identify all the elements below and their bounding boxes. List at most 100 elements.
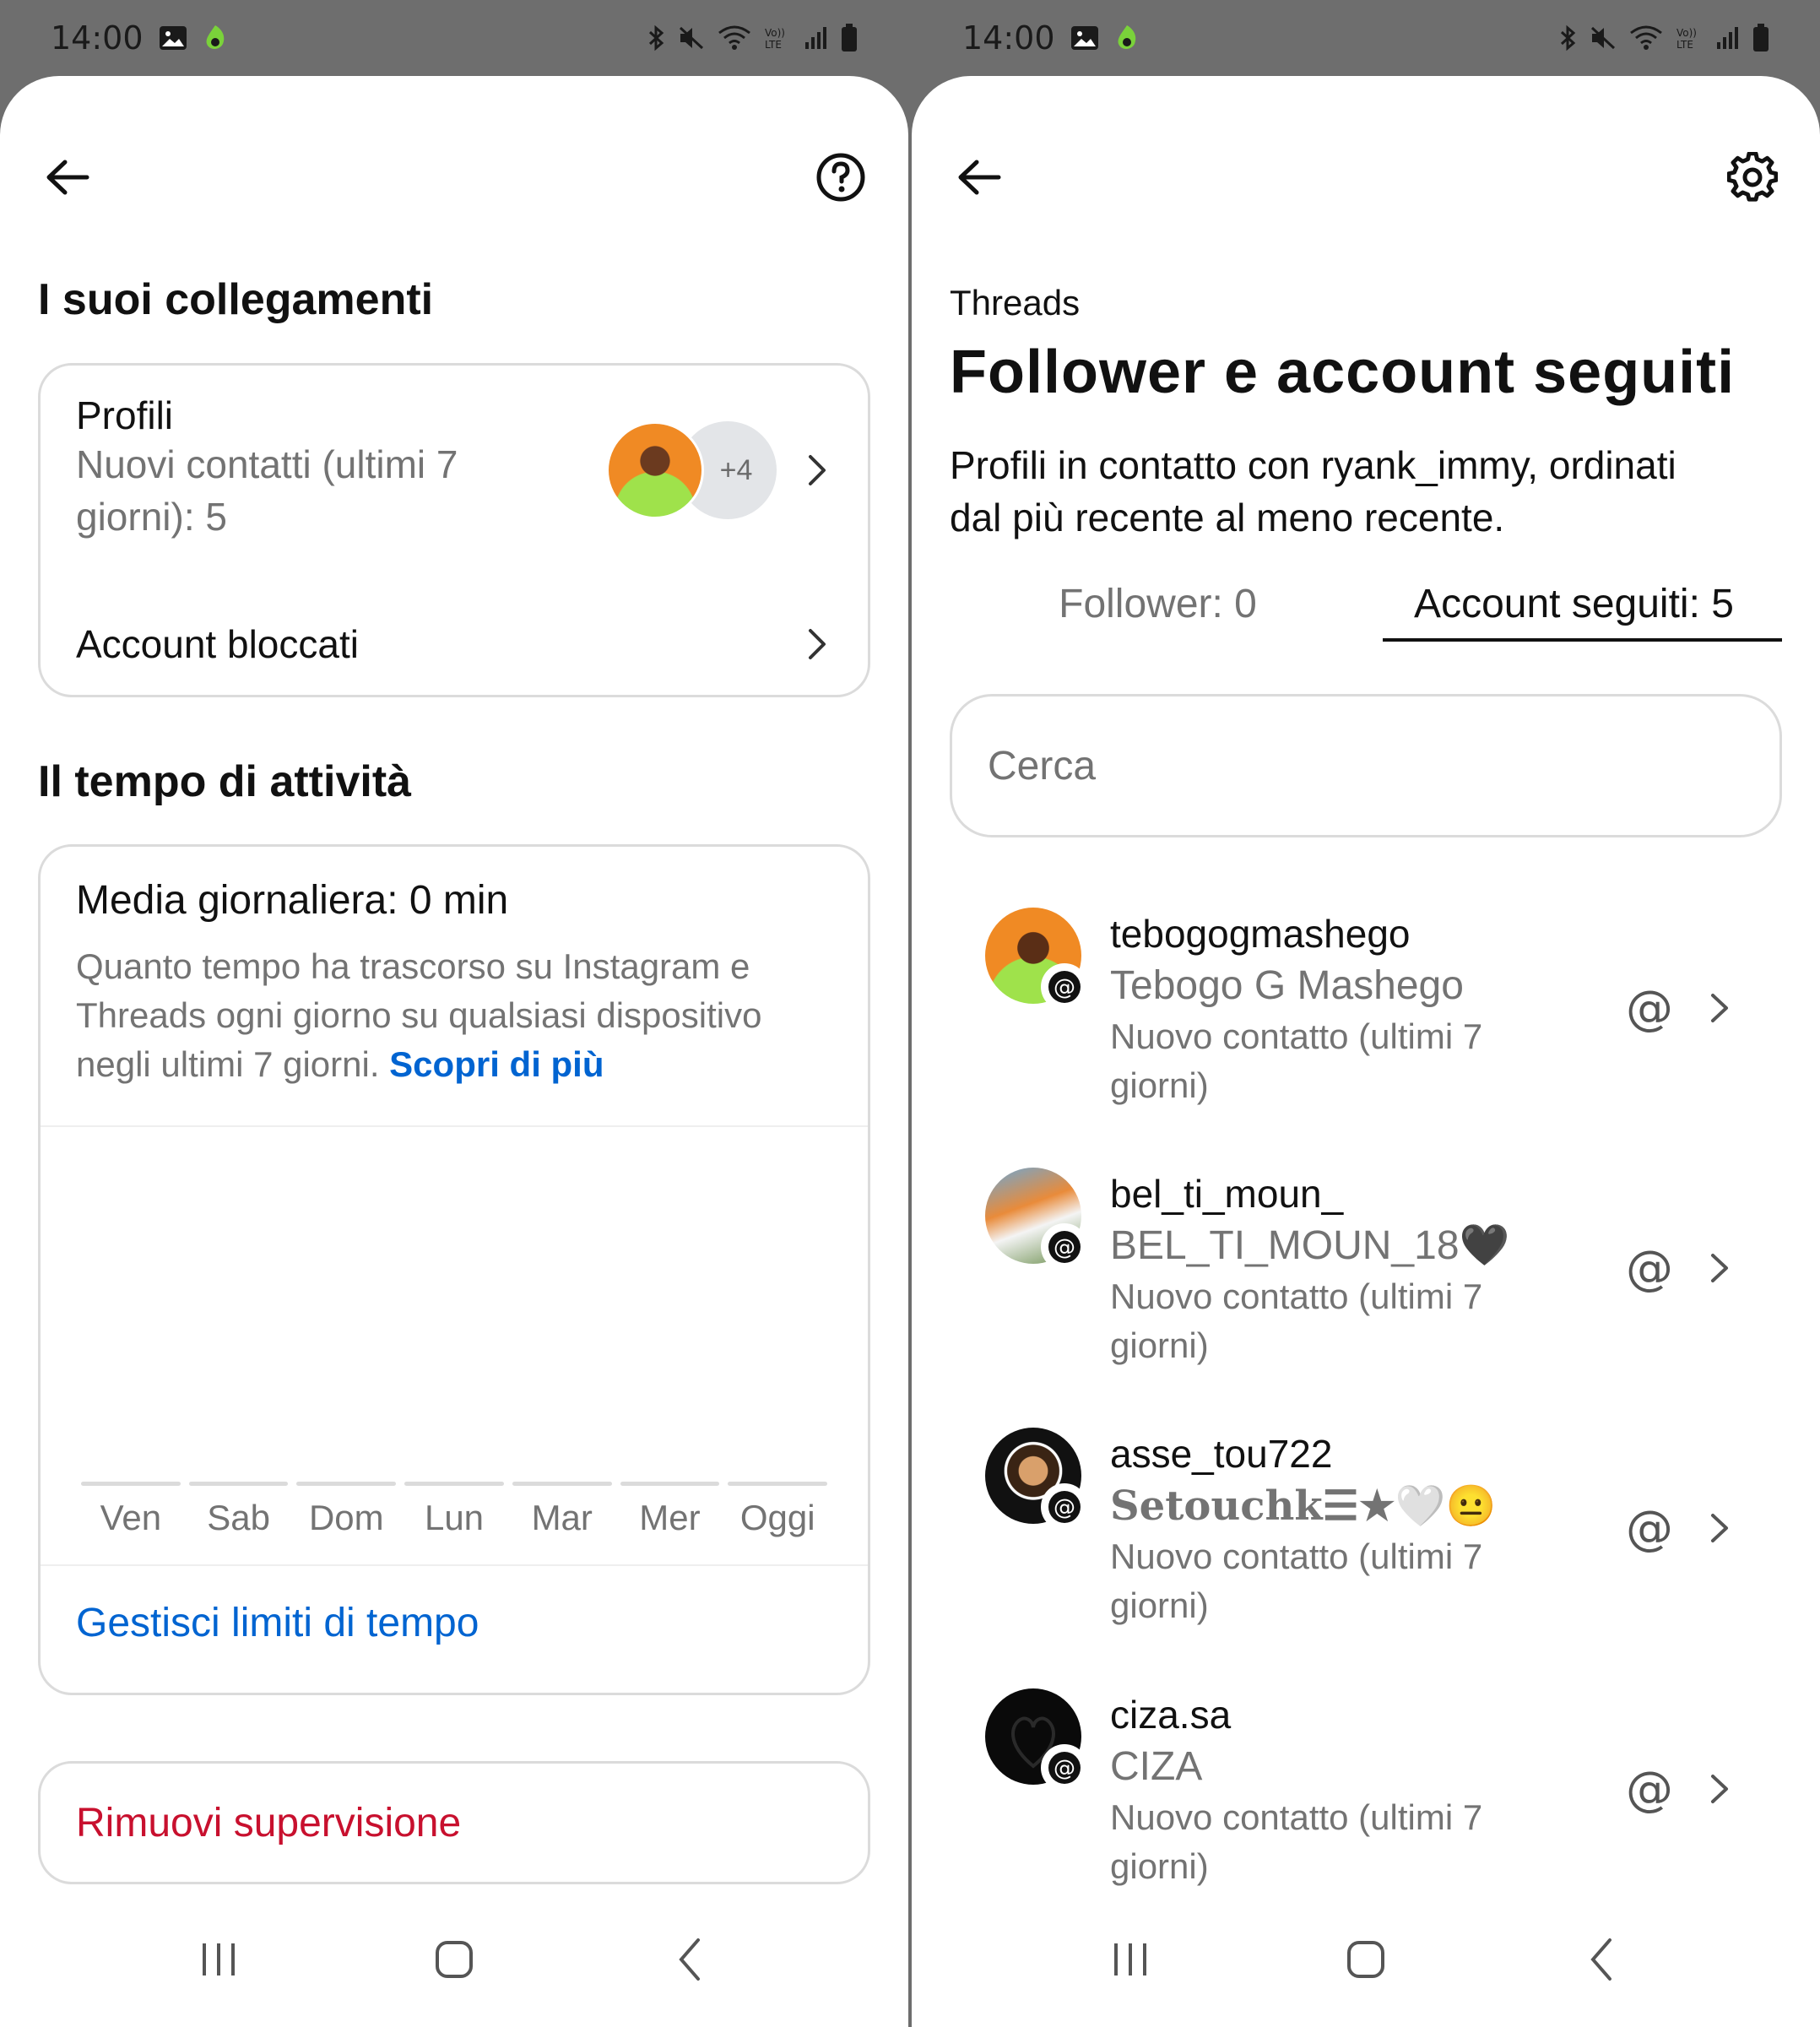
recents-button[interactable]: [1097, 1926, 1164, 1993]
list-item[interactable]: @ asse_tou722 Setouchk☰★🤍😐 Nuovo contatt…: [950, 1428, 1782, 1681]
mute-icon: [677, 24, 706, 51]
profiles-title: Profili: [76, 393, 174, 437]
desc-line: Quanto tempo ha trascorso su Instagram e: [76, 946, 750, 986]
home-button[interactable]: [420, 1926, 488, 1993]
user-handle: ciza.sa: [1110, 1693, 1232, 1737]
system-back-button[interactable]: [1568, 1926, 1635, 1993]
day-bar: [296, 1482, 397, 1486]
chevron-right-icon[interactable]: [804, 452, 830, 489]
status-bar: 14:00 Vo)) LTE: [912, 0, 1820, 76]
gear-icon[interactable]: [1723, 148, 1782, 207]
user-handle: bel_ti_moun_: [1110, 1172, 1344, 1216]
profiles-row[interactable]: Profili Nuovi contatti (ultimi 7 giorni)…: [76, 393, 598, 570]
list-item[interactable]: @ ciza.sa CIZA Nuovo contatto (ultimi 7 …: [950, 1688, 1782, 1892]
threads-badge-icon: @: [1041, 1744, 1088, 1791]
threads-badge-icon: @: [1041, 1223, 1088, 1271]
volte-icon: Vo)) LTE: [763, 24, 792, 51]
user-status: Nuovo contatto (ultimi 7: [1110, 1016, 1483, 1056]
manage-time-limits-link[interactable]: Gestisci limiti di tempo: [76, 1601, 479, 1645]
day-column: Oggi: [728, 1482, 828, 1538]
svg-text:@: @: [1626, 1242, 1673, 1296]
blocked-accounts-row[interactable]: Account bloccati: [76, 610, 783, 678]
svg-text:@: @: [1054, 1235, 1075, 1260]
svg-text:Vo)): Vo)): [765, 27, 785, 39]
chevron-right-icon[interactable]: [1708, 1250, 1731, 1286]
search-input[interactable]: Cerca: [988, 743, 1096, 789]
user-name: Tebogo G Mashego: [1110, 963, 1464, 1008]
top-bar: [950, 144, 1782, 211]
back-arrow-icon[interactable]: [950, 148, 1009, 207]
user-status: giorni): [1110, 1325, 1209, 1365]
subtitle-line: Profili in contatto con ryank_immy, ordi…: [950, 443, 1676, 487]
svg-text:@: @: [1054, 1756, 1075, 1781]
user-status: giorni): [1110, 1585, 1209, 1625]
wifi-icon: [718, 24, 751, 51]
threads-icon: @: [1626, 982, 1673, 1036]
remove-supervision-button[interactable]: Rimuovi supervisione: [38, 1761, 870, 1884]
svg-text:@: @: [1626, 1502, 1673, 1556]
daily-average: Media giornaliera: 0 min: [76, 878, 509, 923]
system-nav-bar: [0, 1892, 908, 2027]
list-item[interactable]: @ tebogogmashego Tebogo G Mashego Nuovo …: [950, 908, 1782, 1161]
day-label: Oggi: [739, 1498, 815, 1537]
threads-icon: @: [1626, 1242, 1673, 1296]
back-arrow-icon[interactable]: [38, 148, 97, 207]
app-notification-icon: [1114, 24, 1140, 52]
day-column: Ven: [81, 1482, 181, 1538]
remove-supervision-label: Rimuovi supervisione: [76, 1800, 462, 1845]
tab-following[interactable]: Account seguiti: 5: [1366, 566, 1782, 642]
phone-right: 14:00 Vo)) LTE Threads Follower e accoun…: [912, 0, 1820, 2027]
system-back-button[interactable]: [656, 1926, 723, 1993]
chevron-right-icon[interactable]: [1708, 1771, 1731, 1807]
day-column: Mer: [620, 1482, 720, 1538]
user-handle: tebogogmashego: [1110, 912, 1411, 956]
chevron-right-icon[interactable]: [1708, 1510, 1731, 1546]
gallery-icon: [159, 25, 187, 51]
day-bar: [81, 1482, 181, 1486]
supervision-sheet: I suoi collegamenti Profili Nuovi contat…: [0, 76, 908, 1892]
day-label: Ven: [100, 1498, 162, 1537]
svg-text:@: @: [1054, 975, 1075, 1000]
status-bar: 14:00 Vo)) LTE: [0, 0, 908, 76]
svg-text:@: @: [1626, 1763, 1673, 1817]
daily-chart: Ven Sab Dom Lun Mar Mer Oggi: [81, 1482, 828, 1538]
day-bar: [512, 1482, 612, 1486]
top-bar: [38, 144, 870, 211]
app-notification-icon: [203, 24, 228, 52]
learn-more-link[interactable]: Scopri di più: [389, 1044, 604, 1084]
user-name: BEL_TI_MOUN_18🖤: [1110, 1223, 1510, 1268]
recents-button[interactable]: [185, 1926, 252, 1993]
gallery-icon: [1070, 25, 1099, 51]
threads-badge-icon: @: [1041, 1483, 1088, 1531]
day-bar: [404, 1482, 504, 1486]
tabs: Follower: 0 Account seguiti: 5: [950, 566, 1782, 642]
search-field[interactable]: Cerca: [950, 694, 1782, 837]
day-column: Dom: [296, 1482, 397, 1538]
home-button[interactable]: [1332, 1926, 1400, 1993]
signal-icon: [804, 25, 829, 51]
day-column: Mar: [512, 1482, 612, 1538]
chevron-right-icon[interactable]: [1708, 990, 1731, 1026]
day-bar: [620, 1482, 720, 1486]
threads-icon: @: [1626, 1502, 1673, 1556]
day-label: Dom: [308, 1498, 384, 1537]
day-label: Sab: [207, 1498, 270, 1537]
user-status: Nuovo contatto (ultimi 7: [1110, 1276, 1483, 1316]
list-item[interactable]: @ bel_ti_moun_ BEL_TI_MOUN_18🖤 Nuovo con…: [950, 1168, 1782, 1421]
user-status: Nuovo contatto (ultimi 7: [1110, 1797, 1483, 1837]
day-column: Sab: [188, 1482, 289, 1538]
phone-left: 14:00 Vo)) LTE I suoi collegamenti Profi…: [0, 0, 908, 2027]
page-subtitle: Profili in contatto con ryank_immy, ordi…: [950, 439, 1782, 544]
day-bar: [188, 1482, 289, 1486]
threads-icon: @: [1626, 1763, 1673, 1817]
help-icon[interactable]: [811, 148, 870, 207]
user-status: giorni): [1110, 1065, 1209, 1105]
desc-line: negli ultimi 7 giorni.: [76, 1044, 390, 1084]
app-label: Threads: [950, 283, 1081, 322]
tab-followers[interactable]: Follower: 0: [950, 566, 1366, 642]
chevron-right-icon[interactable]: [804, 626, 830, 663]
profiles-avatars[interactable]: +4: [606, 421, 777, 519]
bluetooth-icon: [647, 24, 665, 51]
day-label: Mar: [531, 1498, 593, 1537]
user-handle: asse_tou722: [1110, 1432, 1333, 1476]
